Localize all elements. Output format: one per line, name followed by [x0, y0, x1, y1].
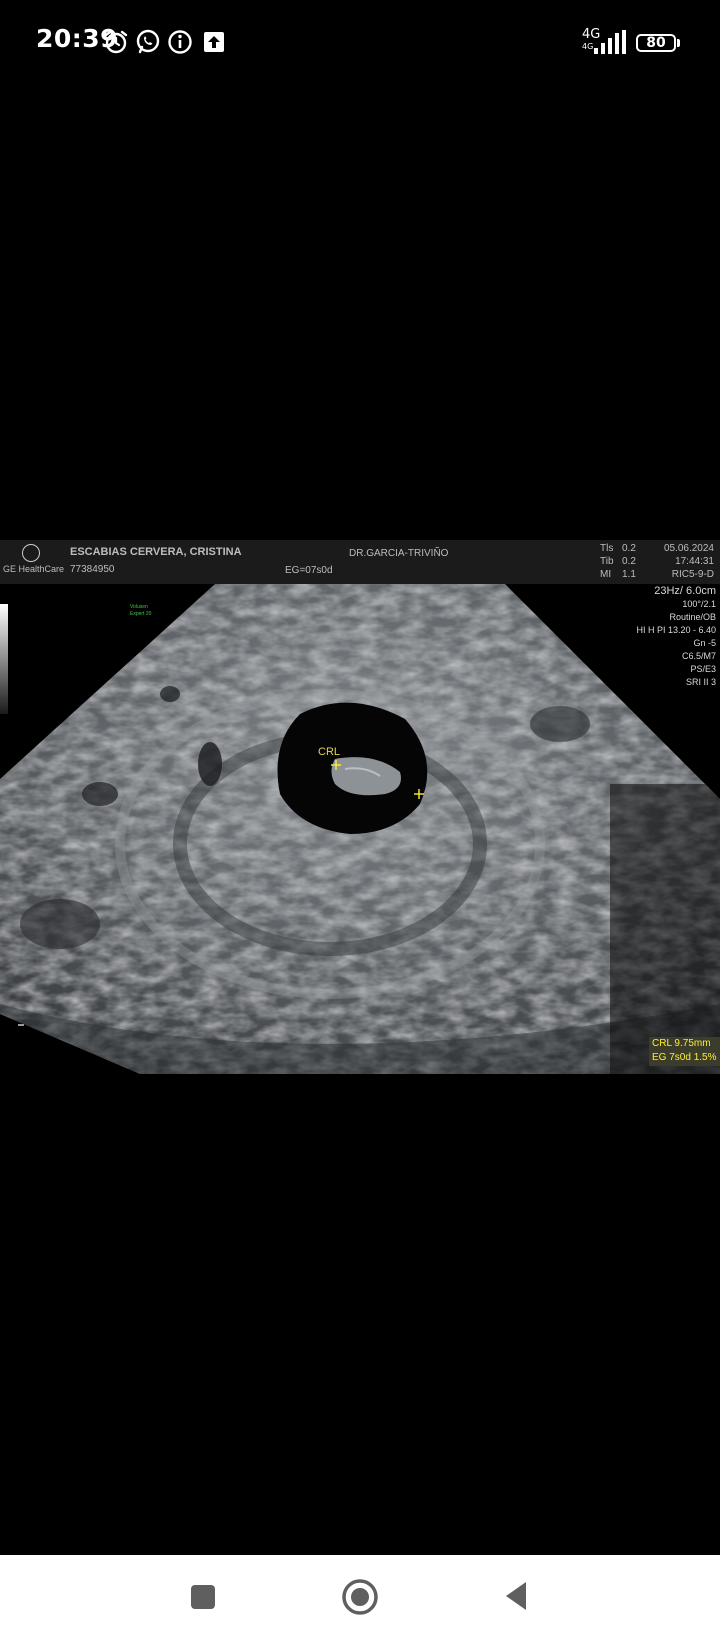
param-line: Routine/OB — [669, 612, 716, 622]
index-value: 1.1 — [622, 569, 636, 580]
patient-id: 77384950 — [70, 564, 115, 575]
index-label: Tib — [600, 556, 614, 567]
doctor-name: DR.GARCIA-TRIVIÑO — [349, 548, 449, 559]
volume-label-line: Volusen — [130, 604, 148, 610]
status-bar: 20:39 4G 4G 80 — [0, 0, 720, 80]
gestational-age: EG=07s0d — [285, 565, 333, 576]
ge-logo-icon — [22, 544, 40, 562]
info-icon — [168, 30, 192, 54]
param-line: 100°/2.1 — [682, 599, 716, 609]
volume-label-line: Expert 20 — [130, 611, 152, 617]
eg-measurement: EG 7s0d 1.5% — [652, 1052, 717, 1063]
grayscale-bar — [0, 604, 8, 714]
crl-marker-label: CRL — [318, 746, 341, 758]
index-value: 0.2 — [622, 556, 636, 567]
upload-icon — [204, 32, 224, 52]
param-line: C6.5/M7 — [681, 651, 716, 661]
index-value: 0.2 — [622, 543, 636, 554]
back-button[interactable] — [500, 1579, 532, 1613]
whatsapp-icon — [136, 29, 160, 54]
index-label: MI — [600, 569, 612, 580]
brand-label: GE HealthCare — [3, 564, 65, 574]
home-button[interactable] — [340, 1577, 380, 1617]
exam-date: 05.06.2024 — [663, 543, 714, 554]
patient-name: ESCABIAS CERVERA, CRISTINA — [70, 546, 242, 558]
recents-button[interactable] — [189, 1583, 217, 1611]
navigation-bar — [0, 1555, 720, 1639]
crl-measurement: CRL 9.75mm — [652, 1038, 711, 1049]
param-line: Gn -5 — [693, 638, 716, 648]
probe-name: RIC5-9-D — [671, 569, 714, 580]
ultrasound-image[interactable]: GE HealthCare ESCABIAS CERVERA, CRISTINA… — [0, 540, 720, 1080]
ultrasound-header: GE HealthCare ESCABIAS CERVERA, CRISTINA… — [0, 540, 720, 584]
battery-level: 80 — [646, 35, 666, 51]
scan-parameters: 23Hz/ 6.0cm 100°/2.1 Routine/OB HI H PI … — [596, 585, 716, 689]
param-line: HI H PI 13.20 - 6.40 — [636, 625, 716, 635]
battery-cap — [677, 39, 680, 47]
param-line: 23Hz/ 6.0cm — [654, 585, 716, 597]
network-activity: 4G — [582, 42, 594, 51]
signal-icon — [594, 30, 626, 54]
param-line: SRI II 3 — [685, 677, 716, 687]
index-label: Tls — [600, 543, 614, 554]
alarm-icon — [104, 30, 128, 54]
param-line: PS/E3 — [690, 664, 716, 674]
exam-time: 17:44:31 — [675, 556, 714, 567]
measurement-box: CRL 9.75mm EG 7s0d 1.5% — [649, 1037, 720, 1066]
volume-label: Volusen Expert 20 — [130, 604, 151, 618]
